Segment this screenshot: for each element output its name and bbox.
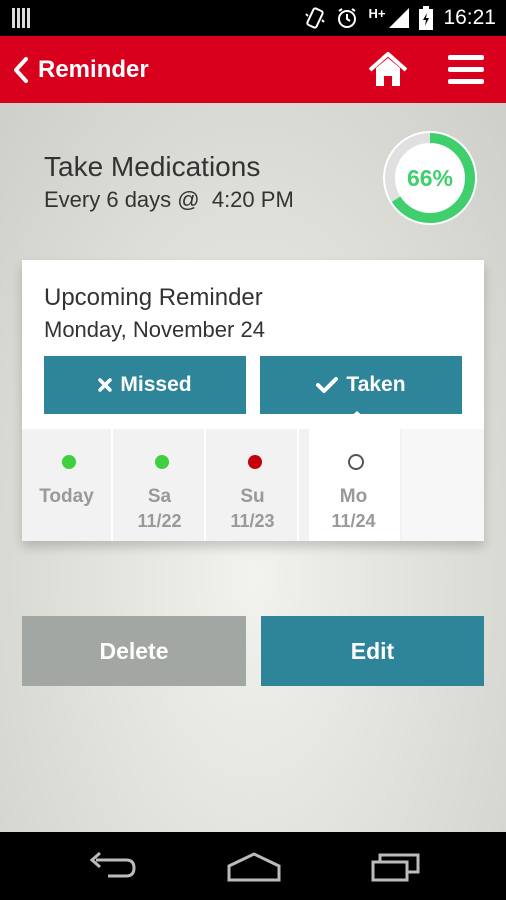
nav-recents-button[interactable]: [370, 846, 422, 886]
chevron-left-icon: [14, 57, 28, 83]
day-item-mo[interactable]: Mo 11/24: [309, 411, 400, 541]
back-button[interactable]: Reminder: [10, 52, 149, 88]
battery-icon: [419, 6, 434, 30]
home-outline-icon: [227, 852, 281, 882]
app-bar: Reminder: [0, 36, 506, 103]
day-history-strip: Today Sa 11/22 Su 11/23 Mo 11/24: [22, 411, 484, 541]
vibrate-icon: [305, 7, 326, 29]
day-status-dot: [62, 455, 76, 469]
day-item-su[interactable]: Su 11/23: [208, 429, 299, 541]
day-status-dot: [348, 454, 364, 470]
status-bar: H+ 16:21: [0, 0, 506, 36]
day-item-placeholder: [402, 429, 484, 541]
recent-apps-icon: [371, 853, 420, 882]
status-icons: H+ 16:21: [304, 0, 496, 36]
network-type: H+: [368, 5, 386, 21]
system-nav-bar: [0, 832, 506, 900]
day-item-today[interactable]: Today: [22, 429, 113, 541]
progress-ring: 66%: [381, 129, 479, 227]
delete-label: Delete: [99, 637, 169, 664]
missed-label: Missed: [120, 373, 192, 396]
day-name: Today: [39, 486, 94, 507]
upcoming-reminder-date: Monday, November 24: [44, 317, 265, 342]
day-name: Mo: [339, 486, 368, 507]
taken-label: Taken: [346, 373, 406, 396]
day-status-dot: [248, 455, 262, 469]
clock: 16:21: [443, 6, 496, 29]
day-item-sa[interactable]: Sa 11/22: [115, 429, 206, 541]
missed-button[interactable]: Missed: [44, 356, 246, 414]
day-date: 11/24: [331, 511, 376, 531]
nav-back-button[interactable]: [86, 846, 138, 886]
taken-button[interactable]: Taken: [260, 356, 462, 414]
alarm-icon: [338, 8, 357, 28]
home-button[interactable]: [367, 50, 409, 90]
day-date: 11/23: [230, 511, 275, 531]
day-status-dot: [155, 455, 169, 469]
back-arrow-icon: [89, 851, 136, 878]
progress-percentage: 66%: [406, 164, 454, 191]
delete-button[interactable]: Delete: [22, 616, 246, 686]
selected-indicator: [337, 411, 377, 429]
upcoming-reminder-card: Upcoming Reminder Monday, November 24 Mi…: [22, 260, 484, 541]
upcoming-reminder-title: Upcoming Reminder: [44, 284, 263, 311]
day-name: Su: [240, 486, 265, 507]
edit-label: Edit: [350, 637, 395, 664]
page-title: Reminder: [38, 56, 149, 83]
edit-button[interactable]: Edit: [261, 616, 484, 686]
signal-icon: [389, 8, 410, 28]
day-name: Sa: [147, 486, 172, 507]
notification-icon: [12, 8, 32, 28]
x-icon: [98, 378, 113, 392]
home-icon: [368, 52, 408, 86]
menu-button[interactable]: [446, 52, 486, 88]
nav-home-button[interactable]: [226, 846, 282, 886]
hamburger-menu-icon: [448, 55, 484, 84]
day-date: 11/22: [137, 511, 182, 531]
medication-schedule: Every 6 days @ 4:20 PM: [44, 187, 294, 212]
content-area: Take Medications Every 6 days @ 4:20 PM …: [0, 103, 506, 832]
checkmark-icon: [316, 377, 339, 393]
medication-title: Take Medications: [44, 151, 261, 182]
